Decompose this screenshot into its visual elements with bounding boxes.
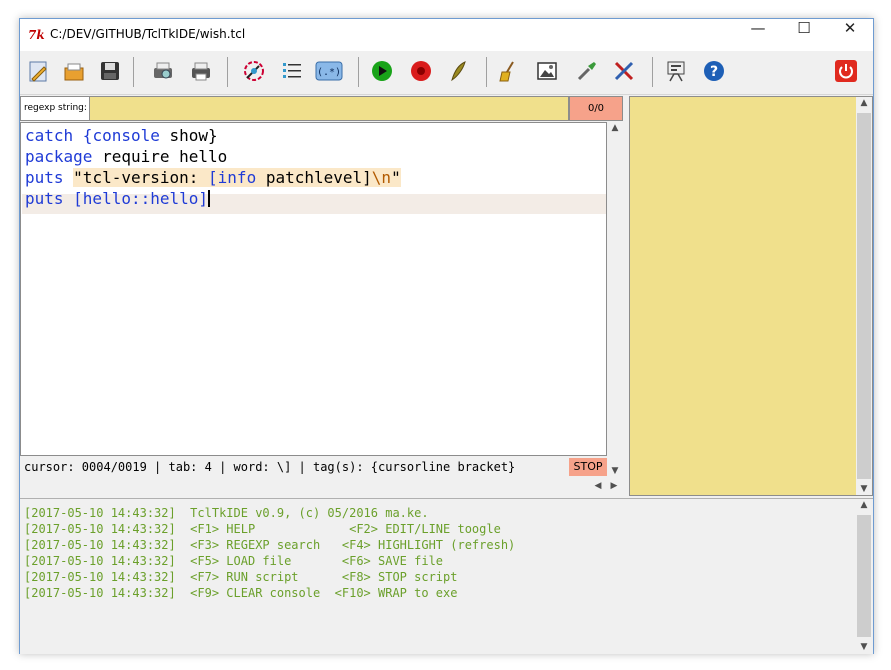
console-line: [2017-05-10 14:43:32] <F5> LOAD file <F6… [24,554,444,568]
console-scrollbar[interactable]: ▲ ▼ [856,499,872,653]
toolbar-separator [652,57,653,87]
code-line: package require hello [25,147,228,166]
console-line: [2017-05-10 14:43:32] <F7> RUN script <F… [24,570,458,584]
settings-icon [667,61,685,82]
scroll-left-arrow-icon[interactable]: ◀ [591,481,605,491]
settings-button[interactable] [661,56,691,86]
toolbar-separator [227,57,228,87]
scrollbar-thumb[interactable] [857,113,871,479]
tools-icon [614,61,634,81]
help-button[interactable]: ? [699,56,729,86]
svg-text:?: ? [710,64,718,80]
output-pane[interactable] [629,96,873,496]
console-line: [2017-05-10 14:43:32] <F9> CLEAR console… [24,586,458,600]
title-bar[interactable]: 7k C:/DEV/GITHUB/TclTkIDE/wish.tcl — ☐ ✕ [20,19,873,51]
console-output[interactable]: [2017-05-10 14:43:32] TclTkIDE v0.9, (c)… [20,498,873,654]
save-button[interactable] [95,56,125,86]
scrollbar-thumb[interactable] [857,515,871,637]
print-preview-icon [154,62,172,79]
power-icon [835,60,857,82]
toolbar-separator [358,57,359,87]
status-bar: cursor: 0004/0019 | tab: 4 | word: \] | … [20,457,607,477]
run-button[interactable] [367,56,397,86]
minimize-button[interactable]: — [735,19,781,51]
print-icon [192,62,210,81]
image-icon [537,62,557,80]
quill-button[interactable] [443,56,473,86]
scroll-down-arrow-icon[interactable]: ▼ [856,642,872,652]
image-button[interactable] [532,56,562,86]
regexp-button[interactable]: (.*) [314,56,344,86]
scroll-up-arrow-icon[interactable]: ▲ [856,98,872,108]
regexp-input[interactable] [90,96,569,121]
list-icon [283,63,301,78]
print-button[interactable] [186,56,216,86]
help-icon: ? [704,61,724,81]
code-line: catch {console show} [25,126,218,145]
code-line: puts "tcl-version: [info patchlevel]\n" [25,168,401,187]
pipette-icon [577,62,596,81]
color-picker-icon [244,61,264,81]
status-text: cursor: 0004/0019 | tab: 4 | word: \] | … [24,460,516,474]
new-file-button[interactable] [23,56,53,86]
tk-feather-icon: 7k [28,28,45,42]
regexp-icon: (.*) [315,61,343,81]
code-line: puts [hello::hello] [25,189,211,208]
scroll-down-arrow-icon[interactable]: ▼ [856,484,872,494]
run-icon [372,61,392,81]
tools-button[interactable] [609,56,639,86]
regexp-label: regexp string: [20,96,90,121]
new-file-icon [29,61,47,82]
app-window: 7k C:/DEV/GITHUB/TclTkIDE/wish.tcl — ☐ ✕ [19,18,874,654]
stop-button[interactable] [406,56,436,86]
code-editor[interactable]: catch {console show} package require hel… [20,122,607,456]
print-preview-button[interactable] [148,56,178,86]
toolbar: (.*) ? [20,51,873,95]
open-file-button[interactable] [59,56,89,86]
console-line: [2017-05-10 14:43:32] <F3> REGEXP search… [24,538,516,552]
editor-vertical-scrollbar[interactable]: ▲ ▼ [607,122,623,477]
console-line: [2017-05-10 14:43:32] <F1> HELP <F2> EDI… [24,522,501,536]
console-line: [2017-05-10 14:43:32] TclTkIDE v0.9, (c)… [24,506,429,520]
scroll-down-arrow-icon[interactable]: ▼ [607,466,623,476]
text-caret [208,190,211,207]
toolbar-separator [486,57,487,87]
close-button[interactable]: ✕ [827,19,873,51]
output-pane-scrollbar[interactable]: ▲ ▼ [856,97,872,495]
match-count: 0/0 [569,96,623,121]
editor-horizontal-scrollbar[interactable]: ◀ ▶ [20,478,623,495]
svg-text:(.*): (.*) [317,67,341,78]
toolbar-separator [133,57,134,87]
scroll-up-arrow-icon[interactable]: ▲ [856,500,872,510]
exit-button[interactable] [831,56,861,86]
clear-button[interactable] [494,56,524,86]
pipette-button[interactable] [572,56,602,86]
save-icon [101,62,119,80]
syntax-color-button[interactable] [239,56,269,86]
stop-icon [411,61,431,81]
scroll-up-arrow-icon[interactable]: ▲ [607,123,623,133]
stop-status-badge[interactable]: STOP [569,458,607,476]
list-button[interactable] [277,56,307,86]
window-title: C:/DEV/GITHUB/TclTkIDE/wish.tcl [50,27,246,41]
scroll-right-arrow-icon[interactable]: ▶ [607,481,621,491]
maximize-button[interactable]: ☐ [781,19,827,51]
regexp-search-row: regexp string: 0/0 [20,96,623,121]
quill-icon [451,61,466,82]
broom-icon [499,61,514,82]
open-file-icon [64,63,84,81]
